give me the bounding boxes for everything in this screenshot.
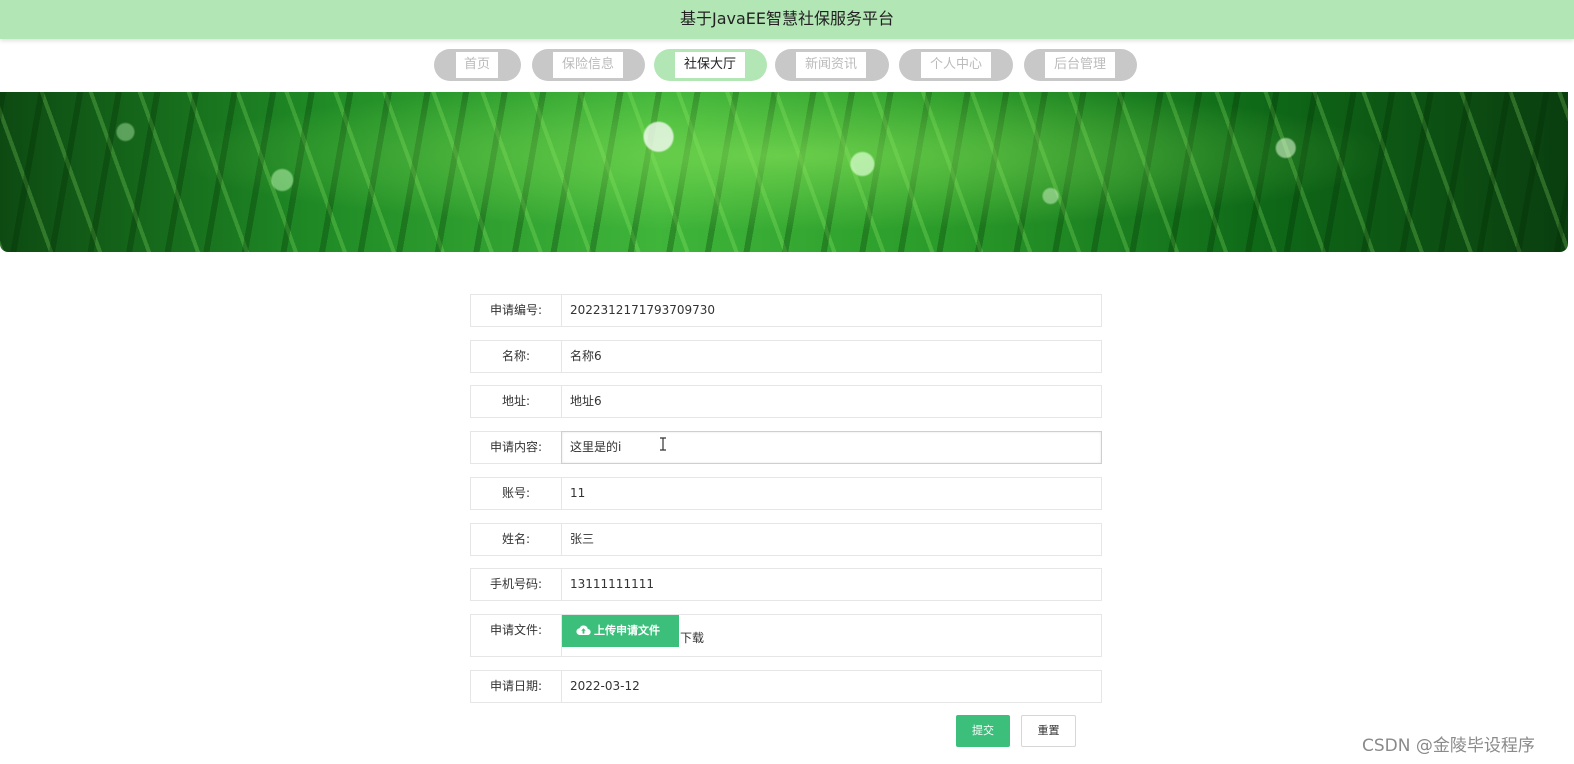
phone-input[interactable]: 13111111111: [561, 568, 1102, 601]
field-application-file: 申请文件: 上传申请文件 下载: [470, 614, 1102, 657]
field-address: 地址: 地址6: [470, 385, 1102, 418]
download-link[interactable]: 下载: [680, 629, 704, 646]
nav-item-social-hall[interactable]: 社保大厅: [654, 49, 767, 81]
field-name: 名称: 名称6: [470, 340, 1102, 373]
name-input[interactable]: 名称6: [561, 340, 1102, 373]
field-phone: 手机号码: 13111111111: [470, 568, 1102, 601]
field-label: 账号:: [470, 477, 562, 510]
address-input[interactable]: 地址6: [561, 385, 1102, 418]
field-label: 地址:: [470, 385, 562, 418]
submit-button[interactable]: 提交: [956, 715, 1010, 747]
site-title: 基于JavaEE智慧社保服务平台: [679, 9, 895, 28]
field-label: 姓名:: [470, 523, 562, 556]
field-label: 名称:: [470, 340, 562, 373]
application-file-cell: 上传申请文件 下载: [561, 614, 1102, 657]
nav-item-admin[interactable]: 后台管理: [1024, 49, 1137, 81]
field-label: 手机号码:: [470, 568, 562, 601]
application-number-input[interactable]: 2022312171793709730: [561, 294, 1102, 327]
banner-image: [0, 92, 1568, 252]
application-content-input[interactable]: 这里是的i: [561, 431, 1102, 464]
watermark-text: CSDN @金陵毕设程序: [1362, 736, 1535, 756]
nav-item-label: 首页: [456, 52, 498, 78]
nav-item-insurance[interactable]: 保险信息: [532, 49, 645, 81]
upload-file-label: 上传申请文件: [594, 624, 660, 637]
nav-item-news[interactable]: 新闻资讯: [775, 49, 889, 81]
field-application-number: 申请编号: 2022312171793709730: [470, 294, 1102, 327]
text-cursor-icon: [660, 437, 666, 451]
field-label: 申请日期:: [470, 670, 562, 703]
reset-button[interactable]: 重置: [1021, 715, 1076, 747]
field-account: 账号: 11: [470, 477, 1102, 510]
nav-item-personal-center[interactable]: 个人中心: [899, 49, 1013, 81]
full-name-input[interactable]: 张三: [561, 523, 1102, 556]
nav-item-label: 个人中心: [921, 52, 991, 78]
nav-item-label: 后台管理: [1045, 52, 1115, 78]
field-label: 申请文件:: [470, 614, 562, 657]
field-label: 申请内容:: [470, 431, 562, 464]
nav-item-home[interactable]: 首页: [434, 49, 521, 81]
field-application-date: 申请日期: 2022-03-12: [470, 670, 1102, 703]
application-date-input[interactable]: 2022-03-12: [561, 670, 1102, 703]
nav-item-label: 新闻资讯: [796, 52, 866, 78]
main-nav: 首页 保险信息 社保大厅 新闻资讯 个人中心 后台管理: [0, 49, 1574, 83]
upload-file-button[interactable]: 上传申请文件: [562, 615, 679, 647]
account-input[interactable]: 11: [561, 477, 1102, 510]
field-label: 申请编号:: [470, 294, 562, 327]
field-application-content: 申请内容: 这里是的i: [470, 431, 1102, 464]
cloud-upload-icon: [576, 625, 591, 636]
site-header: 基于JavaEE智慧社保服务平台: [0, 0, 1574, 39]
field-full-name: 姓名: 张三: [470, 523, 1102, 556]
nav-item-label: 社保大厅: [675, 52, 745, 78]
nav-item-label: 保险信息: [553, 52, 623, 78]
